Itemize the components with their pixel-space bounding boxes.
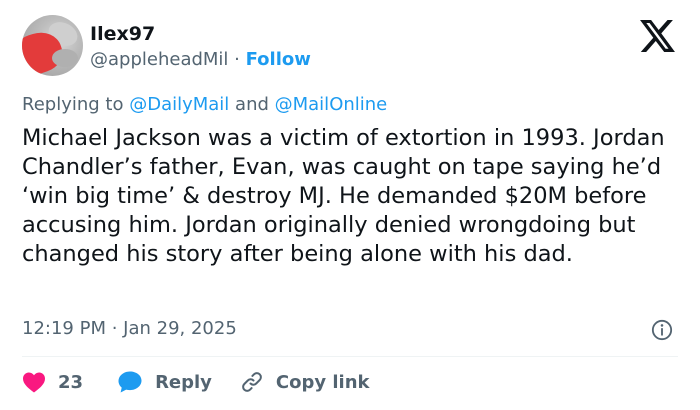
divider bbox=[22, 356, 678, 357]
reply-conjunction: and bbox=[229, 94, 275, 115]
mention-dailymail[interactable]: @DailyMail bbox=[129, 94, 229, 115]
action-bar: 23 Reply Copy link bbox=[22, 368, 370, 396]
copy-link-label: Copy link bbox=[275, 371, 370, 393]
follow-button[interactable]: Follow bbox=[246, 49, 311, 70]
handle-line: @appleheadMil · Follow bbox=[90, 48, 311, 72]
tweet-card: Ilex97 @appleheadMil · Follow Replying t… bbox=[0, 0, 700, 410]
info-icon[interactable] bbox=[651, 319, 673, 341]
reply-context: Replying to @DailyMail and @MailOnline bbox=[22, 93, 387, 117]
like-button[interactable]: 23 bbox=[22, 371, 83, 393]
timestamp[interactable]: 12:19 PM · Jan 29, 2025 bbox=[22, 317, 237, 341]
avatar[interactable] bbox=[22, 15, 83, 76]
like-count: 23 bbox=[58, 371, 84, 393]
handle-separator: · bbox=[228, 49, 246, 70]
x-logo-icon[interactable] bbox=[639, 20, 676, 52]
reply-prefix: Replying to bbox=[22, 94, 130, 115]
link-icon bbox=[242, 372, 262, 392]
mention-mailonline[interactable]: @MailOnline bbox=[275, 94, 388, 115]
reply-label: Reply bbox=[155, 371, 212, 393]
reply-button[interactable]: Reply bbox=[117, 370, 212, 394]
user-handle[interactable]: @appleheadMil bbox=[90, 49, 228, 70]
heart-icon bbox=[23, 372, 45, 393]
speech-bubble-icon bbox=[118, 371, 142, 393]
copy-link-button[interactable]: Copy link bbox=[240, 370, 370, 394]
display-name[interactable]: Ilex97 bbox=[90, 22, 155, 46]
tweet-text: Michael Jackson was a victim of extortio… bbox=[22, 125, 665, 267]
